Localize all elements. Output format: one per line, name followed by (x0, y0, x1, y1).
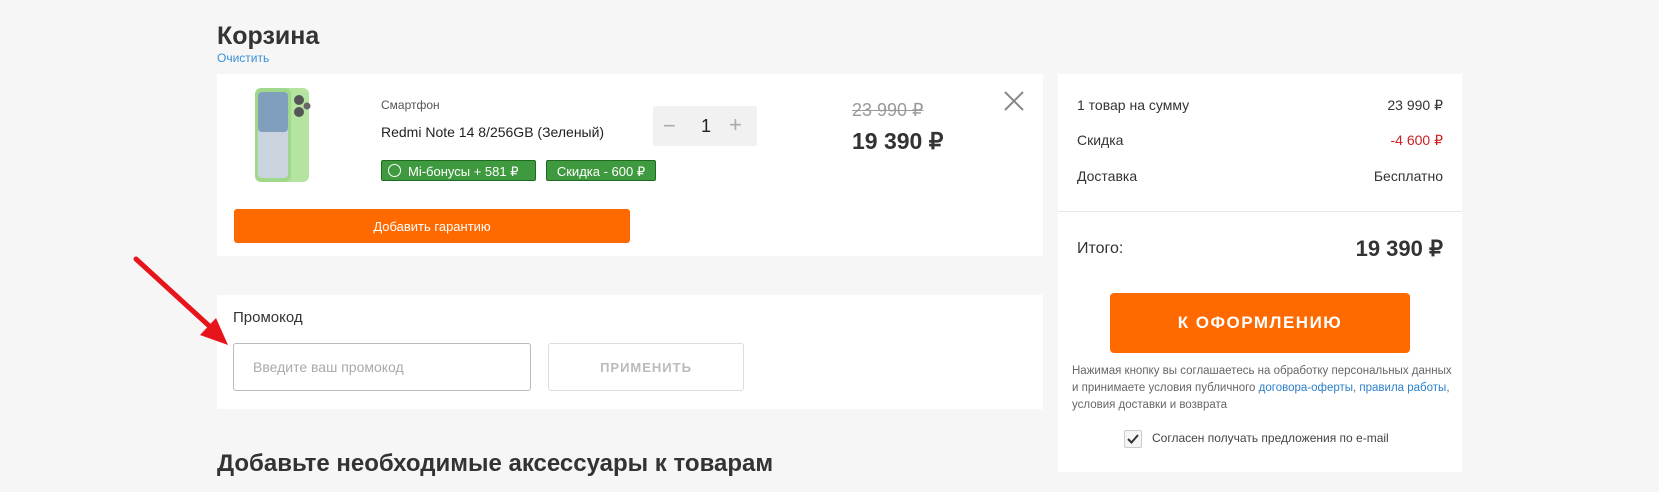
clear-cart-link[interactable]: Очистить (217, 51, 269, 65)
summary-discount-value: -4 600 ₽ (1390, 132, 1444, 148)
summary-discount-row: Скидка -4 600 ₽ (1077, 132, 1443, 148)
quantity-value[interactable]: 1 (699, 116, 713, 137)
offer-agreement-link[interactable]: договора-оферты (1259, 382, 1353, 394)
page-title: Корзина (217, 22, 320, 50)
quantity-stepper: − 1 + (653, 106, 757, 146)
checkout-button[interactable]: К ОФОРМЛЕНИЮ (1110, 293, 1410, 353)
accessories-title: Добавьте необходимые аксессуары к товара… (217, 450, 774, 477)
quantity-decrease-button[interactable]: − (663, 113, 676, 139)
remove-item-icon[interactable] (1003, 90, 1025, 112)
annotation-arrow (133, 256, 228, 345)
current-price: 19 390 ₽ (852, 128, 944, 154)
summary-items-row: 1 товар на сумму 23 990 ₽ (1077, 97, 1443, 113)
summary-delivery-label: Доставка (1077, 168, 1138, 184)
summary-items-value: 23 990 ₽ (1387, 97, 1443, 113)
mi-bonus-label: Mi-бонусы + 581 ₽ (408, 164, 519, 179)
work-rules-link[interactable]: правила работы (1359, 382, 1446, 394)
summary-discount-label: Скидка (1077, 132, 1124, 148)
cart-item: Смартфон Redmi Note 14 8/256GB (Зеленый)… (217, 74, 1043, 256)
product-name[interactable]: Redmi Note 14 8/256GB (Зеленый) (381, 124, 604, 140)
summary-delivery-row: Доставка Бесплатно (1077, 168, 1443, 184)
order-summary: 1 товар на сумму 23 990 ₽ Скидка -4 600 … (1058, 74, 1462, 472)
email-consent-label: Согласен получать предложения по e-mail (1152, 431, 1389, 445)
total-label: Итого: (1077, 240, 1124, 257)
total-value: 19 390 ₽ (1355, 236, 1443, 261)
product-category: Смартфон (381, 98, 440, 112)
apply-promo-button[interactable]: ПРИМЕНИТЬ (548, 343, 744, 391)
promo-code-input[interactable] (233, 343, 531, 391)
summary-delivery-value: Бесплатно (1373, 168, 1443, 184)
summary-items-label: 1 товар на сумму (1077, 97, 1190, 113)
old-price: 23 990 ₽ (852, 100, 924, 120)
mi-bonus-icon (388, 164, 401, 177)
product-image[interactable] (247, 86, 317, 186)
promo-section: Промокод ПРИМЕНИТЬ (217, 295, 1043, 409)
mi-bonus-badge: Mi-бонусы + 581 ₽ (381, 160, 536, 181)
email-consent-checkbox[interactable] (1124, 430, 1142, 448)
legal-notice: Нажимая кнопку вы соглашаетесь на обрабо… (1072, 363, 1452, 414)
summary-divider (1058, 211, 1462, 212)
add-warranty-button[interactable]: Добавить гарантию (234, 209, 630, 243)
promo-title: Промокод (233, 309, 303, 326)
checkmark-icon (1127, 434, 1139, 444)
discount-badge: Скидка - 600 ₽ (546, 160, 656, 181)
quantity-increase-button[interactable]: + (729, 112, 742, 138)
